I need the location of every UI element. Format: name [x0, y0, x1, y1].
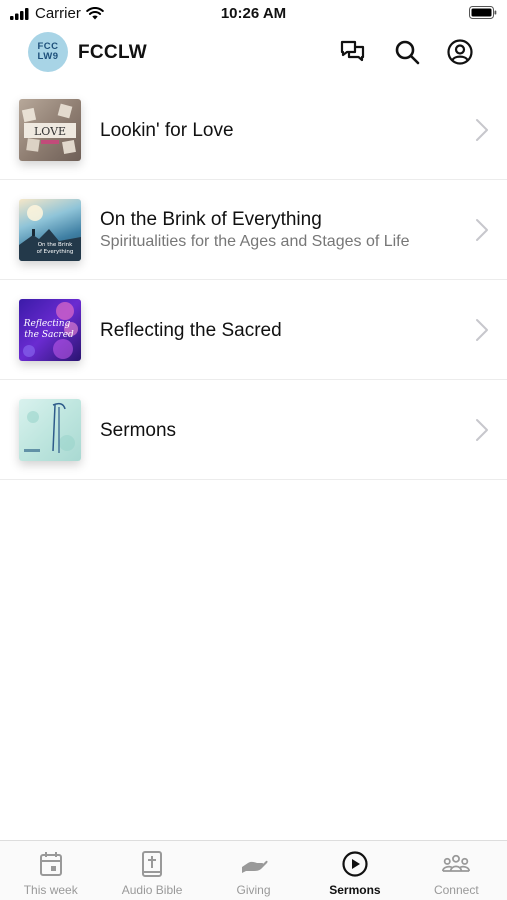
series-thumbnail — [19, 399, 81, 461]
series-subtitle: Spiritualities for the Ages and Stages o… — [100, 233, 410, 250]
tab-this-week[interactable]: This week — [0, 841, 101, 900]
list-item[interactable]: Sermons — [0, 380, 507, 480]
list-item[interactable]: Reflecting the Sacred Reflecting the Sac… — [0, 280, 507, 380]
giving-hand-icon — [240, 850, 268, 878]
chevron-right-icon — [476, 419, 488, 441]
svg-text:On the Brink: On the Brink — [38, 242, 73, 248]
app-logo[interactable]: FCC LW9 — [28, 32, 68, 72]
app-header: FCC LW9 FCCLW — [0, 28, 507, 78]
list-item-text: On the Brink of Everything Spiritualitie… — [100, 180, 457, 280]
app-title: FCCLW — [78, 42, 148, 63]
series-thumbnail: Reflecting the Sacred — [19, 299, 81, 361]
svg-text:the Sacred: the Sacred — [24, 330, 74, 340]
tab-label: Giving — [236, 883, 271, 897]
tab-label: This week — [23, 883, 78, 897]
chat-icon[interactable] — [339, 38, 367, 66]
calendar-icon — [37, 850, 65, 878]
series-title: Reflecting the Sacred — [100, 319, 282, 341]
sermon-series-list: LOVE Lookin' for Love On the Brink of Ev… — [0, 80, 507, 480]
svg-text:Reflecting: Reflecting — [23, 319, 71, 329]
tab-label: Sermons — [329, 883, 381, 897]
svg-text:of Everything: of Everything — [37, 249, 74, 255]
tab-label: Connect — [433, 883, 479, 897]
search-icon[interactable] — [393, 38, 421, 66]
thumb-text: LOVE — [34, 125, 66, 138]
chevron-right-icon — [476, 219, 488, 241]
tab-audio-bible[interactable]: Audio Bible — [101, 841, 202, 900]
series-title: Lookin' for Love — [100, 119, 234, 141]
series-title: On the Brink of Everything — [100, 209, 322, 230]
status-bar: Carrier 10:26 AM — [0, 0, 507, 28]
tab-connect[interactable]: Connect — [406, 841, 507, 900]
people-icon — [442, 850, 471, 878]
play-circle-icon — [341, 850, 369, 878]
series-title: Sermons — [100, 419, 177, 441]
chevron-right-icon — [476, 319, 488, 341]
chevron-right-icon — [476, 119, 488, 141]
logo-text: FCC LW9 — [37, 41, 59, 62]
tab-sermons[interactable]: Sermons — [304, 841, 405, 900]
battery-icon — [469, 6, 497, 24]
list-item-text: Sermons — [100, 380, 457, 480]
account-icon[interactable] — [446, 38, 474, 66]
series-thumbnail: LOVE — [19, 99, 81, 161]
series-thumbnail: On the Brink of Everything — [19, 199, 81, 261]
list-item-text: Lookin' for Love — [100, 80, 457, 180]
status-time: 10:26 AM — [220, 5, 287, 22]
bible-icon — [138, 850, 166, 878]
list-item-text: Reflecting the Sacred — [100, 280, 457, 380]
list-item[interactable]: LOVE Lookin' for Love — [0, 80, 507, 180]
tab-bar: This week Audio Bible Giving Sermons Con… — [0, 840, 507, 900]
list-item[interactable]: On the Brink of Everything On the Brink … — [0, 180, 507, 280]
tab-giving[interactable]: Giving — [203, 841, 304, 900]
tab-label: Audio Bible — [121, 883, 183, 897]
